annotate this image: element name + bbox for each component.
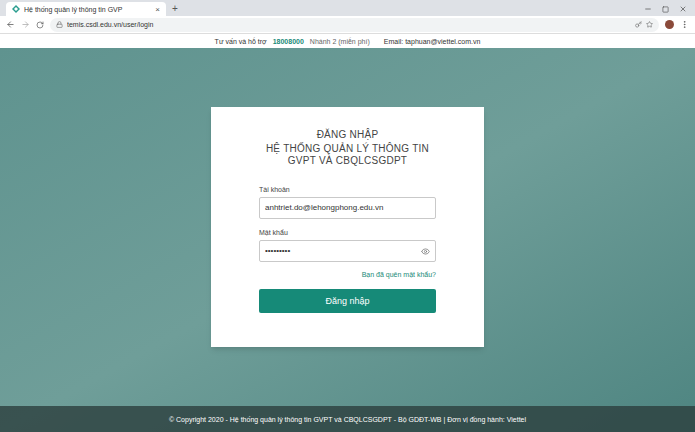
address-row: temis.csdl.edu.vn/user/login <box>0 16 695 34</box>
input-value: anhtriet.do@lehongphong.edu.vn <box>265 203 430 213</box>
title-line: GVPT VÀ CBQLCSGDPT <box>259 155 436 167</box>
page-background: ĐĂNG NHẬP HỆ THỐNG QUẢN LÝ THÔNG TINGVPT … <box>0 48 695 432</box>
minimize-icon[interactable] <box>644 5 652 13</box>
address-bar[interactable]: temis.csdl.edu.vn/user/login <box>50 18 659 32</box>
login-card: ĐĂNG NHẬP HỆ THỐNG QUẢN LÝ THÔNG TINGVPT … <box>211 107 484 347</box>
forward-icon[interactable] <box>21 20 30 29</box>
account-input[interactable]: anhtriet.do@lehongphong.edu.vn <box>259 197 436 219</box>
key-icon[interactable] <box>635 21 642 28</box>
browser-tab[interactable]: Hệ thống quản lý thông tin GVP × <box>6 2 166 16</box>
window-controls <box>644 2 695 16</box>
support-email[interactable]: Email: taphuan@viettel.com.vn <box>384 37 481 46</box>
support-branch: Nhánh 2 (miễn phí) <box>310 37 370 46</box>
maximize-icon[interactable] <box>662 6 669 13</box>
reload-icon[interactable] <box>36 21 44 29</box>
password-input[interactable]: ••••••••• <box>259 240 436 262</box>
back-icon[interactable] <box>6 20 15 29</box>
bookmark-star-icon[interactable] <box>646 21 653 28</box>
tab-title: Hệ thống quản lý thông tin GVP <box>24 5 151 14</box>
support-label: Tư vấn và hỗ trợ <box>215 37 267 46</box>
form-field: Mật khẩu ••••••••• <box>259 228 436 262</box>
forgot-password-link[interactable]: Bạn đã quên mật khẩu? <box>362 270 436 279</box>
title-line: HỆ THỐNG QUẢN LÝ THÔNG TIN <box>259 143 436 155</box>
footer-text: © Copyright 2020 - Hệ thống quản lý thôn… <box>169 415 526 424</box>
footer: © Copyright 2020 - Hệ thống quản lý thôn… <box>0 406 695 432</box>
tab-close-button[interactable]: × <box>155 5 160 14</box>
form-field: Tài khoản anhtriet.do@lehongphong.edu.vn <box>259 185 436 219</box>
field-label: Tài khoản <box>259 185 436 194</box>
login-form: Tài khoản anhtriet.do@lehongphong.edu.vn M… <box>259 185 436 262</box>
login-title: HỆ THỐNG QUẢN LÝ THÔNG TINGVPT VÀ CBQLCS… <box>259 143 436 167</box>
profile-avatar-icon[interactable] <box>665 20 674 29</box>
tab-bar: Hệ thống quản lý thông tin GVP × + <box>0 0 695 16</box>
support-phone[interactable]: 18008000 <box>273 37 304 46</box>
login-button[interactable]: Đăng nhập <box>259 289 436 313</box>
lock-icon <box>56 21 63 28</box>
new-tab-button[interactable]: + <box>166 2 184 16</box>
browser-window: Hệ thống quản lý thông tin GVP × + temis.cs… <box>0 0 695 432</box>
close-window-icon[interactable] <box>679 5 687 13</box>
field-label: Mật khẩu <box>259 228 436 237</box>
input-value: ••••••••• <box>265 246 421 256</box>
menu-icon[interactable] <box>680 20 689 29</box>
login-area: ĐĂNG NHẬP HỆ THỐNG QUẢN LÝ THÔNG TINGVPT … <box>0 48 695 406</box>
site-favicon-icon <box>12 5 20 13</box>
login-heading: ĐĂNG NHẬP <box>259 129 436 141</box>
url-text: temis.csdl.edu.vn/user/login <box>67 20 631 29</box>
support-bar: Tư vấn và hỗ trợ 18008000 Nhánh 2 (miễn ph… <box>0 34 695 48</box>
show-password-icon[interactable] <box>421 247 430 256</box>
